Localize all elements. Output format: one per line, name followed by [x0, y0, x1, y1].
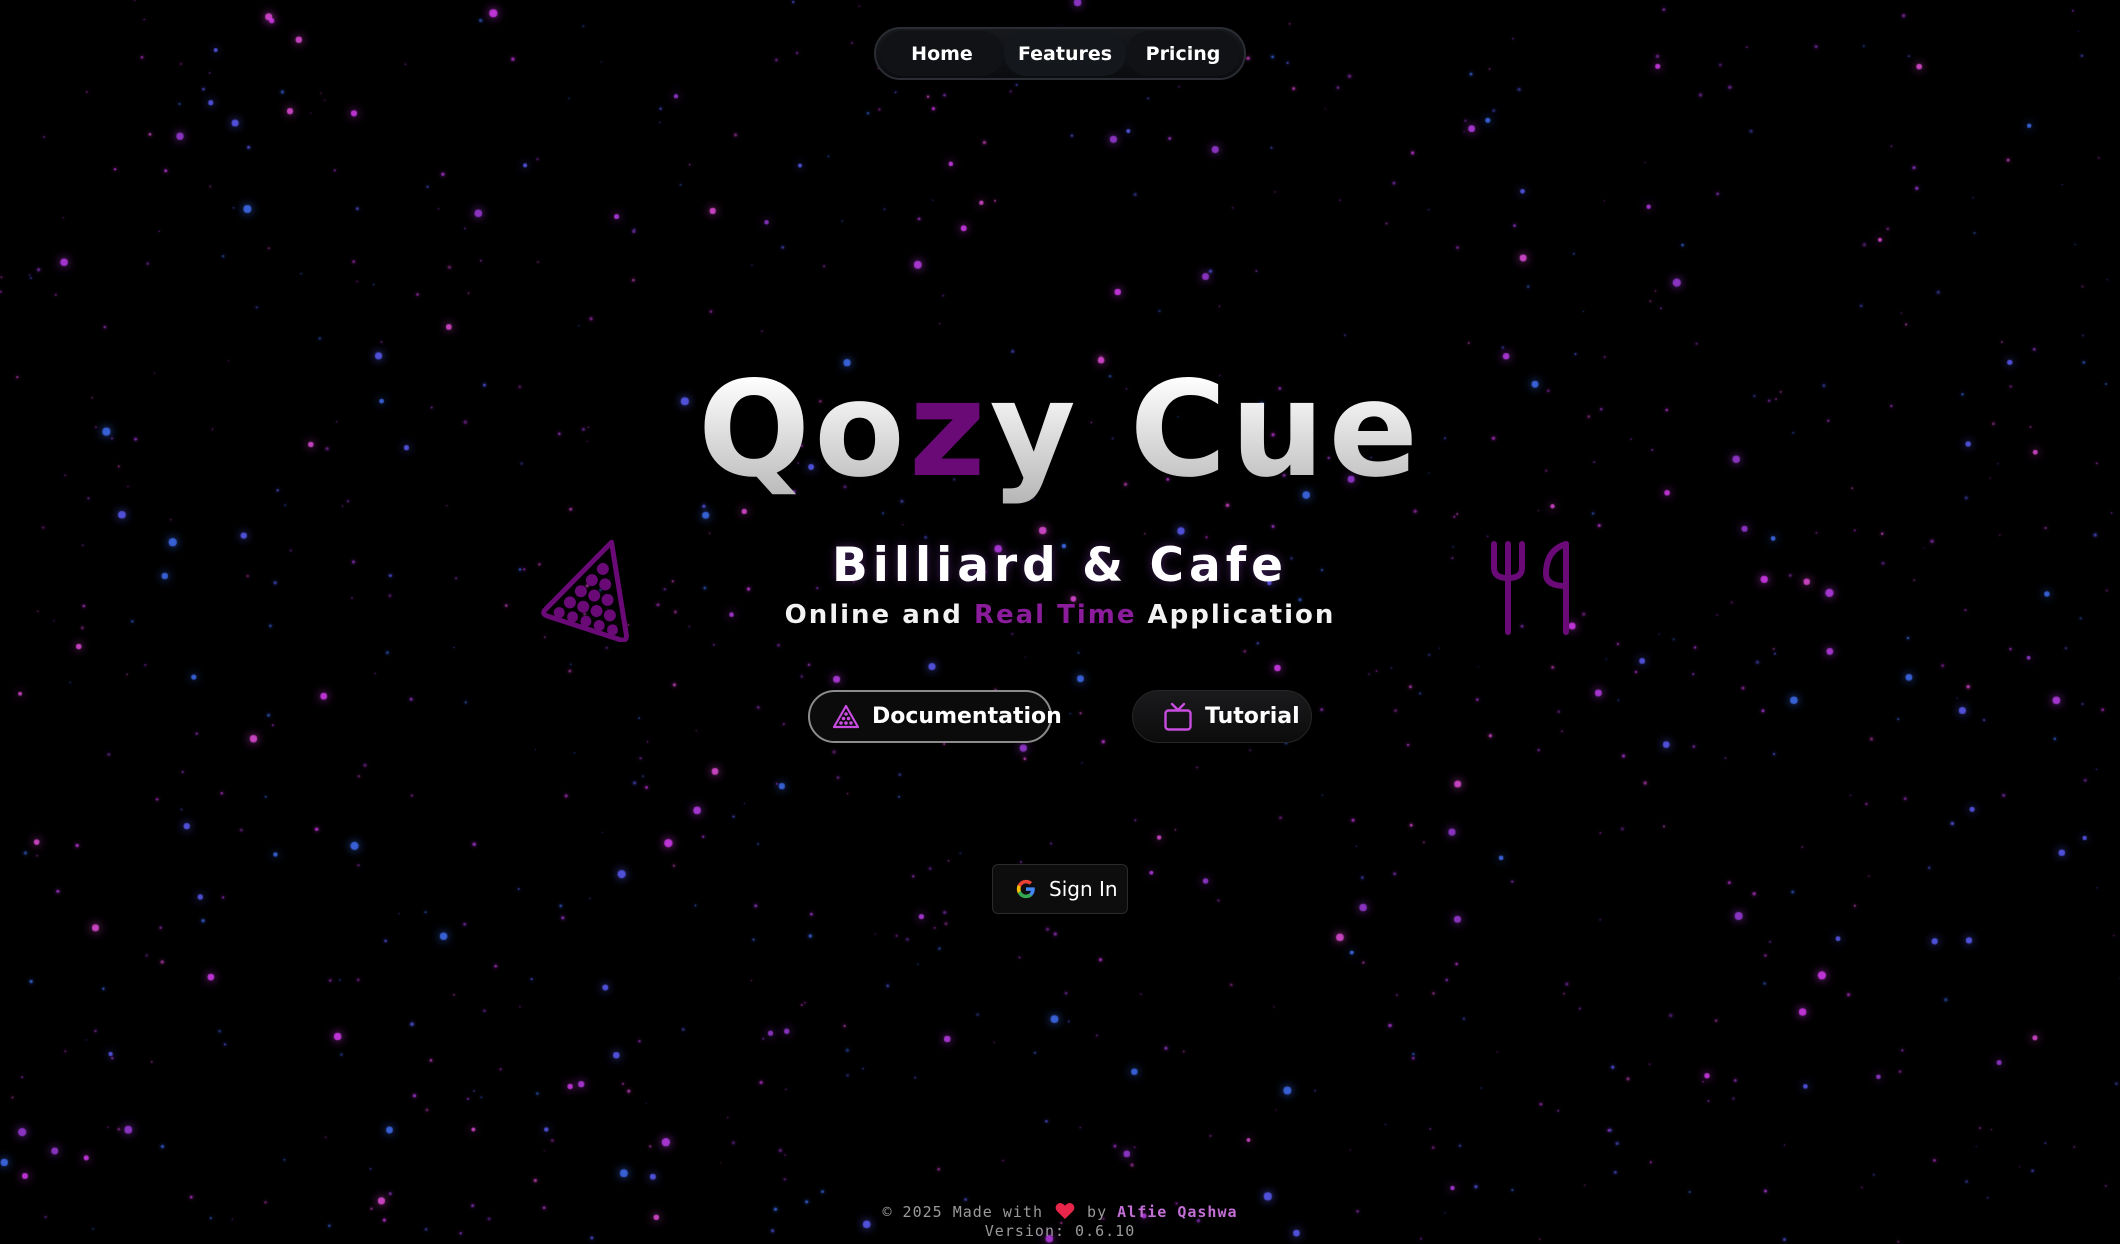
documentation-label: Documentation: [872, 704, 1062, 729]
title-part-1: Qo: [697, 353, 909, 507]
footer: © 2025 Made with by Alfie Qashwa Version…: [0, 1202, 2120, 1241]
tagline-suffix: Application: [1136, 600, 1336, 630]
nav-home-link[interactable]: Home: [880, 31, 1004, 76]
footer-by: by: [1087, 1203, 1108, 1221]
top-nav: Home Features Pricing: [874, 27, 1246, 80]
triangle-rack-icon: [832, 704, 860, 728]
author-link[interactable]: Alfie Qashwa: [1117, 1203, 1237, 1221]
title-part-2: y Cue: [989, 353, 1423, 507]
app-subtitle: Billiard & Cafe: [831, 538, 1289, 593]
footer-copyright: © 2025 Made with: [882, 1203, 1043, 1221]
tutorial-label: Tutorial: [1205, 704, 1300, 729]
documentation-button[interactable]: Documentation: [808, 690, 1062, 743]
google-sign-in-button[interactable]: Sign In: [992, 864, 1128, 914]
google-g-icon: [1016, 879, 1035, 899]
nav-pricing-link[interactable]: Pricing: [1126, 31, 1240, 76]
tagline-accent: Real Time: [973, 600, 1137, 630]
footer-credit: © 2025 Made with by Alfie Qashwa: [0, 1202, 2120, 1222]
nav-features-link[interactable]: Features: [1004, 31, 1126, 76]
title-accent-letter: z: [908, 353, 990, 507]
fork-knife-icon: [1491, 541, 1569, 635]
app-title: Qozy Cue: [0, 360, 2120, 500]
heart-icon: [1055, 1203, 1075, 1219]
version-text: Version: 0.6.10: [984, 1222, 1136, 1240]
tagline-prefix: Online and: [784, 600, 974, 630]
landing-page: Home Features Pricing Qozy Cue Billiard …: [0, 0, 2120, 1244]
billiard-rack-icon: [541, 539, 629, 642]
tv-icon: [1164, 702, 1192, 731]
tutorial-button[interactable]: Tutorial: [1132, 690, 1312, 743]
app-tagline: Online and Real Time Application: [0, 600, 2120, 630]
sign-in-label: Sign In: [1049, 877, 1118, 901]
